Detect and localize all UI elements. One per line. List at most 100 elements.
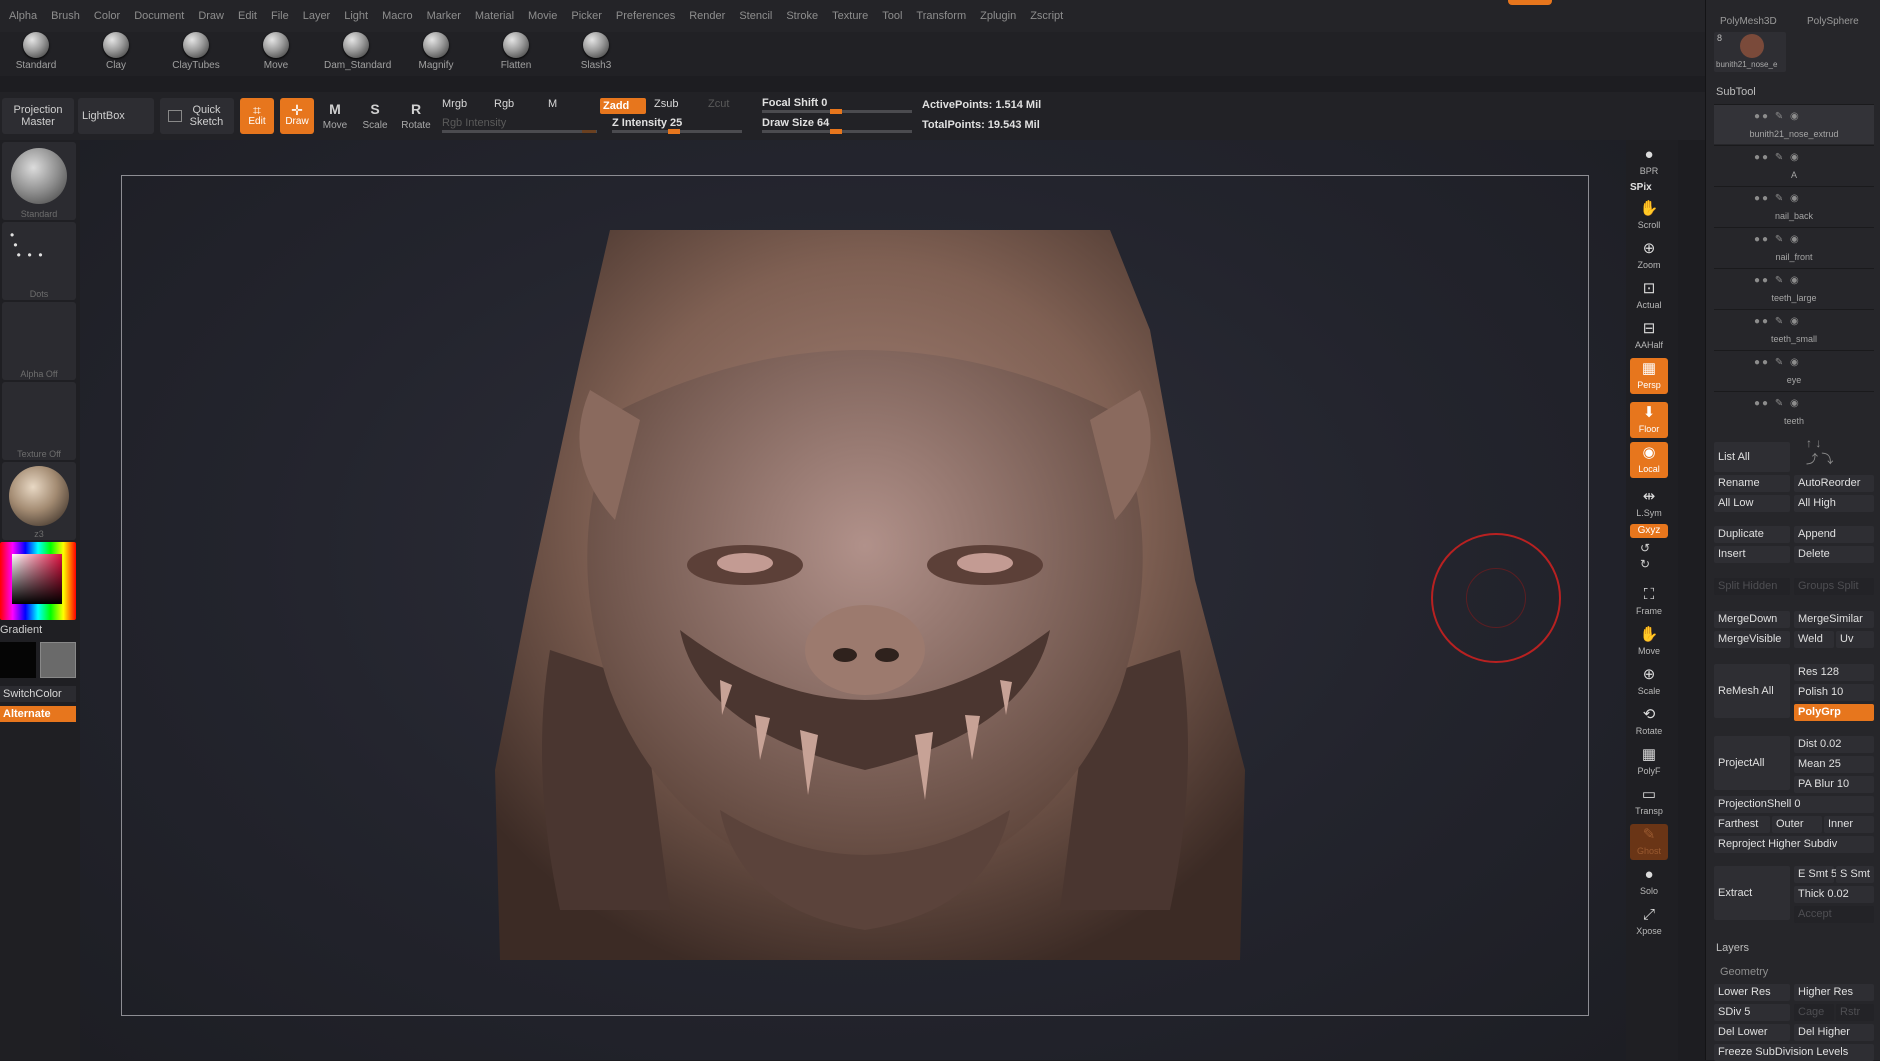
- mrgb-toggle[interactable]: Mrgb: [442, 98, 467, 110]
- scale-mode-button[interactable]: S Scale: [358, 98, 392, 134]
- sculpt-model[interactable]: [470, 210, 1260, 990]
- subtool-header[interactable]: SubTool: [1716, 86, 1756, 98]
- all-low-button[interactable]: All Low: [1714, 495, 1790, 512]
- menu-item-document[interactable]: Document: [127, 10, 191, 22]
- menu-item-zscript[interactable]: Zscript: [1023, 10, 1070, 22]
- mergevisible-button[interactable]: MergeVisible: [1714, 631, 1790, 648]
- subtool-row[interactable]: ●● ✎ ◉ eye: [1714, 350, 1874, 390]
- gradient-label[interactable]: Gradient: [0, 624, 42, 636]
- mergedown-button[interactable]: MergeDown: [1714, 611, 1790, 628]
- xyz-button[interactable]: Gxyz: [1630, 524, 1668, 538]
- list-all-button[interactable]: List All: [1714, 442, 1790, 472]
- m-toggle[interactable]: M: [548, 98, 557, 110]
- menu-item-light[interactable]: Light: [337, 10, 375, 22]
- subtool-toggle-icons[interactable]: ●● ✎ ◉: [1754, 316, 1801, 327]
- bpr-button[interactable]: ● BPR: [1630, 144, 1668, 180]
- s-smt-slider[interactable]: S Smt: [1836, 866, 1874, 883]
- subtool-toggle-icons[interactable]: ●● ✎ ◉: [1754, 398, 1801, 409]
- xpose-button[interactable]: ⤢ Xpose: [1630, 904, 1668, 940]
- mean-slider[interactable]: Mean 25: [1794, 756, 1874, 773]
- floor-button[interactable]: ⬇ Floor: [1630, 402, 1668, 438]
- autoreorder-button[interactable]: AutoReorder: [1794, 475, 1874, 492]
- subtool-row[interactable]: ●● ✎ ◉ teeth_large: [1714, 268, 1874, 308]
- menu-item-picker[interactable]: Picker: [564, 10, 609, 22]
- pa-blur-slider[interactable]: PA Blur 10: [1794, 776, 1874, 793]
- projectall-button[interactable]: ProjectAll: [1714, 736, 1790, 790]
- persp-button[interactable]: ▦ Persp: [1630, 358, 1668, 394]
- accept-button[interactable]: Accept: [1794, 906, 1874, 923]
- menu-item-layer[interactable]: Layer: [296, 10, 338, 22]
- spix-slider[interactable]: SPix: [1630, 182, 1652, 193]
- groups-split-button[interactable]: Groups Split: [1794, 578, 1874, 595]
- menu-item-texture[interactable]: Texture: [825, 10, 875, 22]
- dist-slider[interactable]: Dist 0.02: [1794, 736, 1874, 753]
- alpha-selector[interactable]: Alpha Off: [2, 302, 76, 380]
- reproject-button[interactable]: Reproject Higher Subdiv: [1714, 836, 1874, 853]
- ghost-button[interactable]: ✎ Ghost: [1630, 824, 1668, 860]
- menu-item-edit[interactable]: Edit: [231, 10, 264, 22]
- subtool-row[interactable]: ●● ✎ ◉ nail_front: [1714, 227, 1874, 267]
- move-mode-button[interactable]: M Move: [318, 98, 352, 134]
- projection-master-button[interactable]: Projection Master: [2, 98, 74, 134]
- focal-shift-slider[interactable]: Focal Shift 0: [762, 97, 827, 109]
- move-view-button[interactable]: ✋ Move: [1630, 624, 1668, 660]
- geometry-header[interactable]: Geometry: [1720, 966, 1768, 978]
- brush-flatten[interactable]: Flatten: [484, 32, 548, 71]
- brush-magnify[interactable]: Magnify: [404, 32, 468, 71]
- brush-claytubes[interactable]: ClayTubes: [164, 32, 228, 71]
- delete-button[interactable]: Delete: [1794, 546, 1874, 563]
- tool-thumb-polymesh[interactable]: PolyMesh3D: [1720, 16, 1777, 27]
- layers-header[interactable]: Layers: [1716, 942, 1749, 954]
- frame-button[interactable]: ⛶ Frame: [1630, 584, 1668, 620]
- stroke-selector[interactable]: • • • • • Dots: [2, 222, 76, 300]
- menu-item-stroke[interactable]: Stroke: [779, 10, 825, 22]
- zcut-toggle[interactable]: Zcut: [708, 98, 729, 110]
- lower-res-button[interactable]: Lower Res: [1714, 984, 1790, 1001]
- subtool-toggle-icons[interactable]: ●● ✎ ◉: [1754, 111, 1801, 122]
- actual-button[interactable]: ⊡ Actual: [1630, 278, 1668, 314]
- edit-button[interactable]: ⌗ Edit: [240, 98, 274, 134]
- aahalf-button[interactable]: ⊟ AAHalf: [1630, 318, 1668, 354]
- rotate-mode-button[interactable]: R Rotate: [399, 98, 433, 134]
- subtool-toggle-icons[interactable]: ●● ✎ ◉: [1754, 234, 1801, 245]
- subtool-row[interactable]: ●● ✎ ◉ bunith21_nose_extrud: [1714, 104, 1874, 144]
- cage-button[interactable]: Cage: [1794, 1004, 1834, 1021]
- menu-item-material[interactable]: Material: [468, 10, 521, 22]
- insert-button[interactable]: Insert: [1714, 546, 1790, 563]
- transp-button[interactable]: ▭ Transp: [1630, 784, 1668, 820]
- brush-selector[interactable]: Standard: [2, 142, 76, 220]
- del-higher-button[interactable]: Del Higher: [1794, 1024, 1874, 1041]
- subtool-row[interactable]: ●● ✎ ◉ teeth_small: [1714, 309, 1874, 349]
- subtool-toggle-icons[interactable]: ●● ✎ ◉: [1754, 357, 1801, 368]
- menu-item-preferences[interactable]: Preferences: [609, 10, 682, 22]
- quick-sketch-button[interactable]: Quick Sketch: [160, 98, 234, 134]
- subtool-toggle-icons[interactable]: ●● ✎ ◉: [1754, 152, 1801, 163]
- menu-item-color[interactable]: Color: [87, 10, 127, 22]
- color-picker-square[interactable]: [12, 554, 62, 604]
- secondary-color-swatch[interactable]: [40, 642, 76, 678]
- rstr-button[interactable]: Rstr: [1836, 1004, 1874, 1021]
- brush-clay[interactable]: Clay: [84, 32, 148, 71]
- subtool-row[interactable]: ●● ✎ ◉ A: [1714, 145, 1874, 185]
- draw-size-slider[interactable]: Draw Size 64: [762, 117, 829, 129]
- menu-item-macro[interactable]: Macro: [375, 10, 420, 22]
- draw-button[interactable]: ✛ Draw: [280, 98, 314, 134]
- scroll-button[interactable]: ✋ Scroll: [1630, 198, 1668, 234]
- polish-slider[interactable]: Polish 10: [1794, 684, 1874, 701]
- rgb-toggle[interactable]: Rgb: [494, 98, 514, 110]
- move-subtool-arrows[interactable]: ↑ ↓ ⤴ ⤵: [1806, 436, 1833, 467]
- lsym-button[interactable]: ⇹ L.Sym: [1630, 486, 1668, 522]
- brush-slash3[interactable]: Slash3: [564, 32, 628, 71]
- brush-dam_standard[interactable]: Dam_Standard: [324, 32, 391, 71]
- menu-item-file[interactable]: File: [264, 10, 296, 22]
- local-button[interactable]: ◉ Local: [1630, 442, 1668, 478]
- freeze-subdivision-button[interactable]: Freeze SubDivision Levels: [1714, 1044, 1874, 1061]
- duplicate-button[interactable]: Duplicate: [1714, 526, 1790, 543]
- z-intensity-slider[interactable]: Z Intensity 25: [612, 117, 682, 129]
- menu-item-draw[interactable]: Draw: [191, 10, 231, 22]
- rotate-view-button[interactable]: ⟲ Rotate: [1630, 704, 1668, 740]
- append-button[interactable]: Append: [1794, 526, 1874, 543]
- sdiv-slider[interactable]: SDiv 5: [1714, 1004, 1790, 1021]
- extract-button[interactable]: Extract: [1714, 866, 1790, 920]
- texture-selector[interactable]: Texture Off: [2, 382, 76, 460]
